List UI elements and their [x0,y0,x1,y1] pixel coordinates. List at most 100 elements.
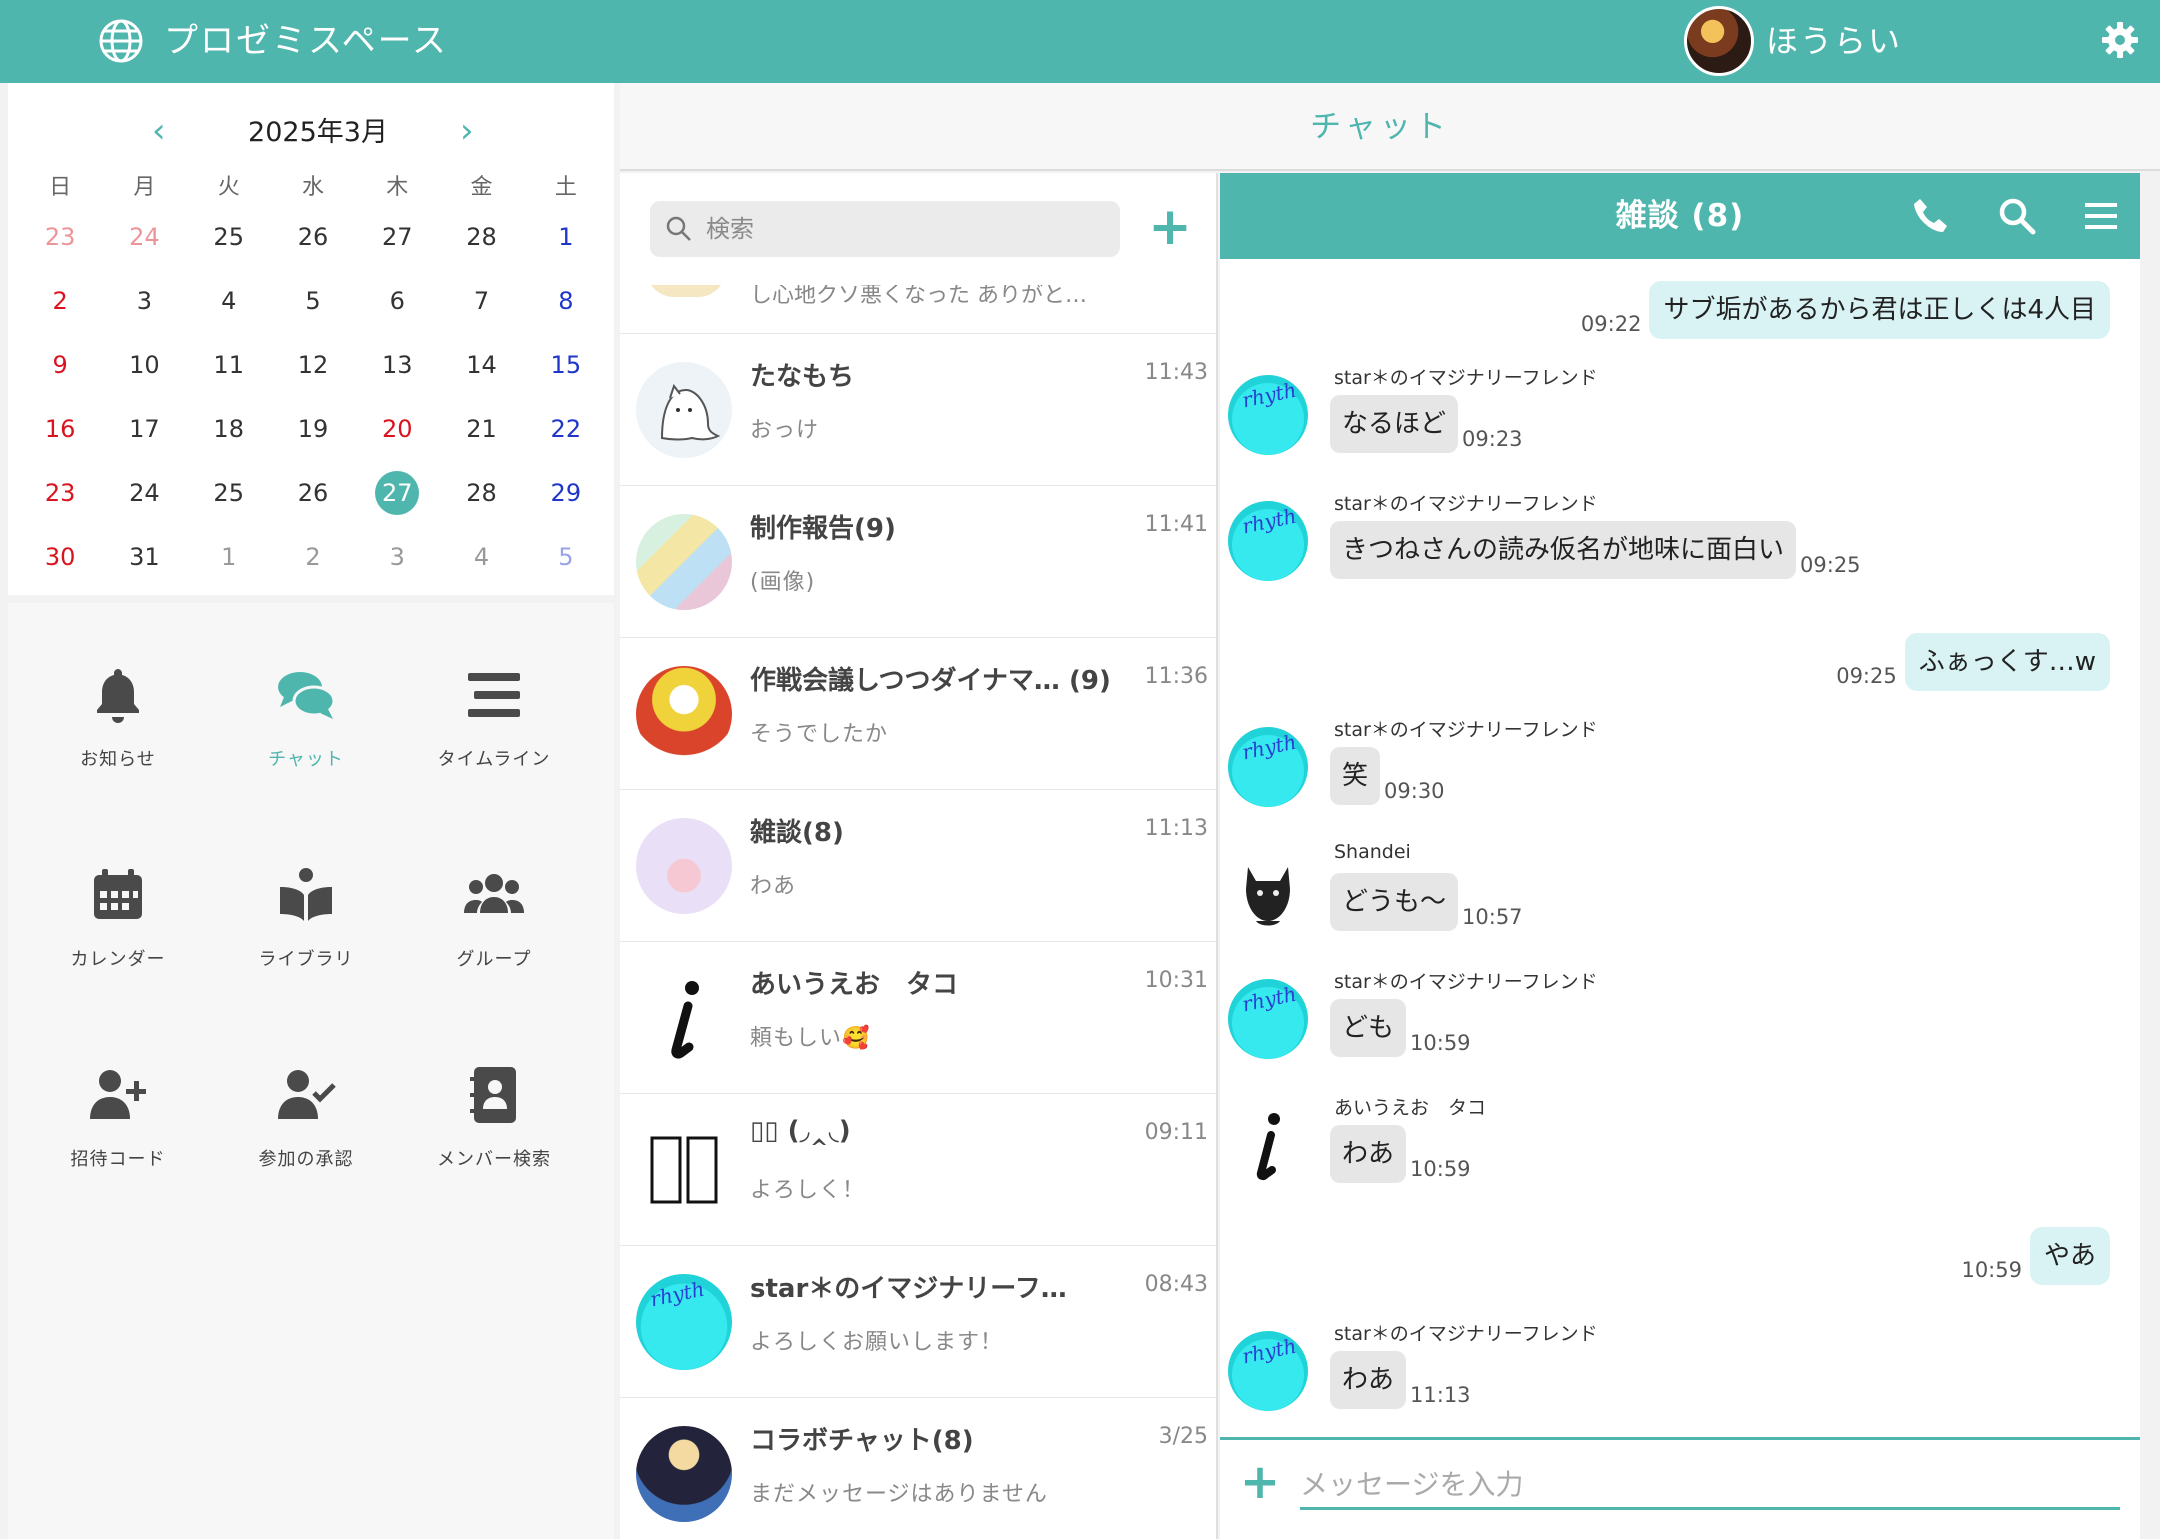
avatar[interactable] [1228,979,1308,1059]
calendar-day[interactable]: 25 [187,223,271,251]
conversation-item[interactable]: あいうえお タコ 10:31 頼もしい🥰 [620,941,1216,1093]
message-bubble[interactable]: サブ垢があるから君は正しくは4人目 [1649,281,2110,339]
menu-group[interactable]: グループ [404,863,584,1013]
calendar-day[interactable]: 11 [187,351,271,379]
message-bubble[interactable]: きつねさんの読み仮名が地味に面白い [1330,521,1797,579]
calendar-day[interactable]: 27 [355,223,439,251]
phone-icon[interactable] [1910,195,1952,237]
message-bubble[interactable]: わあ [1330,1351,1407,1409]
add-chat-button[interactable]: + [1142,201,1198,257]
conversation-item[interactable]: ▯▯ (◞‸◟) 09:11 よろしく！ [620,1093,1216,1245]
message-bubble[interactable]: なるほど [1330,395,1459,453]
menu-member-search[interactable]: メンバー検索 [404,1063,584,1213]
calendar-day[interactable]: 19 [271,415,355,443]
calendar-day[interactable]: 1 [187,543,271,571]
conversation-item[interactable]: たなもち 11:43 おっけ [620,333,1216,485]
calendar-day[interactable]: 16 [18,415,102,443]
calendar-day[interactable]: 8 [524,287,608,315]
conversation-item[interactable]: 作戦会議しつつダイナマ… (9) 11:36 そうでしたか [620,637,1216,789]
calendar-day-holiday[interactable]: 20 [355,415,439,443]
message-sender: あいうえお タコ [1334,1097,1487,1119]
calendar-day[interactable]: 17 [102,415,186,443]
prev-month-button[interactable]: ‹ [152,111,166,151]
calendar-day[interactable]: 5 [271,287,355,315]
avatar[interactable] [1228,501,1308,581]
avatar[interactable] [1228,1105,1308,1185]
calendar-day[interactable]: 7 [439,287,523,315]
message-row: どうも〜 10:57 [1330,873,1523,931]
attach-button[interactable]: + [1238,1458,1282,1506]
calendar-day[interactable]: 1 [524,223,608,251]
calendar-day-today[interactable]: 27 [355,471,439,515]
menu-timeline[interactable]: タイムライン [404,663,584,813]
message-bubble[interactable]: ども [1330,999,1407,1057]
calendar-day[interactable]: 12 [271,351,355,379]
message-bubble[interactable]: わあ [1330,1125,1407,1183]
calendar-day[interactable]: 28 [439,479,523,507]
conversation-preview: よろしくお願いします！ [750,1330,1004,1355]
conversation-item[interactable]: star＊のイマジナリーフ… 08:43 よろしくお願いします！ [620,1245,1216,1397]
calendar-day[interactable]: 30 [18,543,102,571]
next-month-button[interactable]: › [460,111,474,151]
calendar-day[interactable]: 24 [102,223,186,251]
calendar-day[interactable]: 4 [439,543,523,571]
calendar-day[interactable]: 14 [439,351,523,379]
message-input[interactable] [1300,1462,2120,1510]
menu-chat[interactable]: チャット [216,663,396,813]
calendar-day[interactable]: 3 [102,287,186,315]
globe-icon [99,19,143,63]
avatar[interactable] [1228,853,1308,933]
calendar-day[interactable]: 28 [439,223,523,251]
message-bubble[interactable]: 笑 [1330,747,1381,805]
message-row: なるほど 09:23 [1330,395,1523,453]
search-input[interactable] [706,209,1106,249]
avatar[interactable] [1228,375,1308,455]
menu-label: グループ [456,949,532,970]
calendar-day[interactable]: 2 [271,543,355,571]
calendar-day[interactable]: 23 [18,479,102,507]
conversation-item[interactable]: 制作報告(9) 11:41 (画像) [620,485,1216,637]
calendar-day[interactable]: 31 [102,543,186,571]
conversation-list: し心地クソ悪くなった ありがと… + たなもち 11:43 おっけ 制作報告(9… [620,173,1218,1539]
calendar-day[interactable]: 25 [187,479,271,507]
menu-library[interactable]: ライブラリ [216,863,396,1013]
menu-calendar[interactable]: カレンダー [28,863,208,1013]
calendar-day[interactable]: 3 [355,543,439,571]
menu-notifications[interactable]: お知らせ [28,663,208,813]
message-bubble[interactable]: ふぁっくす…w [1904,633,2110,691]
message-bubble[interactable]: やあ [2029,1227,2110,1285]
calendar-day[interactable]: 21 [439,415,523,443]
hamburger-icon[interactable] [2080,195,2122,237]
menu-invite-code[interactable]: 招待コード [28,1063,208,1213]
calendar-day[interactable]: 9 [18,351,102,379]
search-icon[interactable] [1996,195,2038,237]
top-bar: プロゼミスペース ほうらい [0,0,2160,83]
calendar-day[interactable]: 23 [18,223,102,251]
conversation-item[interactable]: コラボチャット(8) 3/25 まだメッセージはありません [620,1397,1216,1539]
calendar-day[interactable]: 18 [187,415,271,443]
calendar-day[interactable]: 24 [102,479,186,507]
calendar-day[interactable]: 22 [524,415,608,443]
conversation-item[interactable]: 雑談(8) 11:13 わあ [620,789,1216,941]
search-box[interactable] [650,201,1120,257]
calendar-day[interactable]: 10 [102,351,186,379]
calendar-day[interactable]: 29 [524,479,608,507]
user-name[interactable]: ほうらい [1766,18,1902,64]
conversation-name: コラボチャット(8) [750,1426,974,1456]
avatar[interactable] [1228,727,1308,807]
calendar-day[interactable]: 26 [271,223,355,251]
calendar-day[interactable]: 5 [524,543,608,571]
calendar-day[interactable]: 13 [355,351,439,379]
avatar[interactable] [1228,1331,1308,1411]
calendar-day[interactable]: 6 [355,287,439,315]
gear-icon[interactable] [2100,20,2140,60]
other-message: star＊のイマジナリーフレンド 笑 09:30 [1228,719,2108,837]
menu-join-approval[interactable]: 参加の承認 [216,1063,396,1213]
calendar-day[interactable]: 26 [271,479,355,507]
calendar-day[interactable]: 4 [187,287,271,315]
user-avatar[interactable] [1684,6,1754,76]
message-sender: star＊のイマジナリーフレンド [1334,719,1598,741]
calendar-day[interactable]: 15 [524,351,608,379]
calendar-day[interactable]: 2 [18,287,102,315]
message-bubble[interactable]: どうも〜 [1330,873,1459,931]
